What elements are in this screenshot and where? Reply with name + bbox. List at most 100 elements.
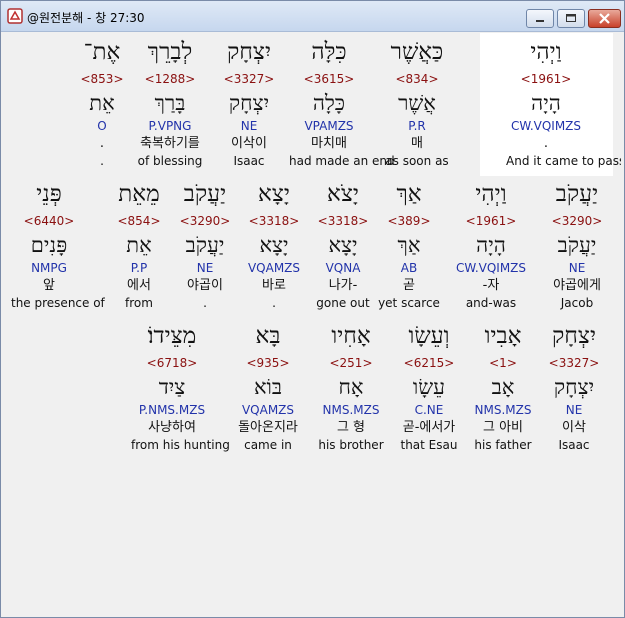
interlinear-panel[interactable]: אֶת־ <853> אֵת O.. לְבָרֵךְ <1288> בָּרַךְ P.VP… <box>4 32 621 614</box>
korean-gloss: 그 형 <box>336 420 366 435</box>
hebrew-word: יִצְחָק <box>551 323 596 349</box>
close-button[interactable] <box>588 9 621 28</box>
parsing-code: NMS.MZS <box>474 403 532 417</box>
lemma: אֲשֶׁר <box>398 91 436 115</box>
strong-number: <6215> <box>403 356 455 370</box>
strong-number: <3327> <box>223 72 275 86</box>
word-cell[interactable]: יַעֲקֹב <3290> יַעֲקֹב NE 야곱에게 Jacob <box>539 179 615 313</box>
korean-gloss: 곧-에서가 <box>402 420 456 435</box>
minimize-button[interactable] <box>526 9 554 28</box>
strong-number: <1961> <box>465 214 517 228</box>
english-gloss: And it came to pass <box>506 154 621 168</box>
korean-gloss: 축복하기를 <box>140 136 200 151</box>
parsing-code: NE <box>565 403 583 417</box>
korean-gloss: . <box>543 136 549 151</box>
korean-gloss: 이삭 <box>562 420 586 435</box>
word-cell[interactable]: וְעֵשָׂו <6215> עֵשָׂו C.NE 곧-에서가 that Esau <box>388 321 470 455</box>
lemma: אַךְ <box>397 233 421 257</box>
hebrew-word: מִצֵּידוֹ׃ <box>147 323 197 349</box>
app-icon <box>7 8 23 24</box>
parsing-code: VQAMZS <box>247 261 301 275</box>
parsing-code: P.R <box>408 119 426 133</box>
strong-number: <3290> <box>179 214 231 228</box>
lemma: יִצְחָק <box>228 91 270 115</box>
parsing-code: C.NE <box>414 403 444 417</box>
word-cell[interactable]: פְּנֵי <6440> פָּנִים NMPG 앞 the presence of <box>11 179 105 313</box>
lemma: פָּנִים <box>30 233 68 257</box>
english-gloss: of blessing <box>137 154 203 168</box>
lemma: יַעֲקֹב <box>557 233 597 257</box>
word-cell[interactable]: לְבָרֵךְ <1288> בָּרַךְ P.VPNG 축복하기를 of bless… <box>130 37 210 171</box>
lemma: הָיָה <box>531 91 561 115</box>
english-gloss: his brother <box>318 438 384 452</box>
strong-number: <1288> <box>144 72 196 86</box>
hebrew-word: יַעֲקֹב <box>555 181 599 207</box>
strong-number: <3327> <box>548 356 600 370</box>
maximize-icon <box>566 14 576 22</box>
close-icon <box>599 13 610 24</box>
korean-gloss: 매 <box>411 136 423 151</box>
english-gloss: from his hunting <box>131 438 230 452</box>
word-cell[interactable]: כַּאֲשֶׁר <834> אֲשֶׁר P.R 매 as soon as <box>377 37 457 171</box>
word-cell[interactable]: יִצְחָק <3327> יִצְחָק NE 이삭이 Isaac <box>209 37 289 171</box>
word-cell[interactable]: אַךְ <389> אַךְ AB 곧 yet scarce <box>371 179 447 313</box>
word-cell[interactable]: יָצָא <3318> יָצָא VQAMZS 바로. <box>236 179 312 313</box>
word-cell[interactable]: מֵאֵת <854> אֵת P.P 에서 from <box>101 179 177 313</box>
word-cell[interactable]: יִצְחָק <3327> יִצְחָק NE 이삭 Isaac <box>533 321 615 455</box>
maximize-button[interactable] <box>557 9 585 28</box>
word-cell[interactable]: יַעֲקֹב <3290> יַעֲקֹב NE 야곱이. <box>167 179 243 313</box>
parsing-code: NE <box>196 261 214 275</box>
word-cell[interactable]: וַיְהִי <1961> הָיָה CW.VQIMZS -자 and-was <box>453 179 529 313</box>
strong-number: <935> <box>246 356 290 370</box>
lemma: אָב <box>491 375 515 399</box>
word-cell[interactable]: בָּא <935> בּוֹא VQAMZS 돌아온지라 came in <box>227 321 309 455</box>
english-gloss: from <box>125 296 153 310</box>
strong-number: <389> <box>387 214 431 228</box>
parsing-code: NE <box>568 261 586 275</box>
hebrew-word: בָּא <box>255 323 281 349</box>
word-cell[interactable]: כִּלָּה <3615> כָּלָה VPAMZS 마치매 had made an … <box>289 37 395 171</box>
lemma: כָּלָה <box>312 91 346 115</box>
hebrew-word: וַיְהִי <box>475 181 507 207</box>
hebrew-word: כִּלָּה <box>311 39 347 65</box>
english-gloss: the presence of <box>11 296 105 310</box>
strong-number: <1961> <box>520 72 572 86</box>
korean-gloss: 돌아온지라 <box>238 420 298 435</box>
korean-gloss: 그 아비 <box>482 420 523 435</box>
lemma: הָיָה <box>476 233 506 257</box>
lemma: אָח <box>338 375 364 399</box>
word-cell[interactable]: וַיְהִי <1961> הָיָה CW.VQIMZS. And it came … <box>506 37 621 171</box>
title-bar[interactable]: @원전분해 - 창 27:30 <box>1 1 624 32</box>
hebrew-word: יִצְחָק <box>226 39 271 65</box>
hebrew-word: אָחִיו <box>331 323 371 349</box>
minimize-icon <box>536 20 544 22</box>
strong-number: <854> <box>117 214 161 228</box>
english-gloss: his father <box>474 438 532 452</box>
hebrew-word: פְּנֵי <box>36 181 62 207</box>
lemma: צַיִד <box>158 375 186 399</box>
lemma: יָצָא <box>328 233 358 257</box>
app-window: @원전분해 - 창 27:30 אֶת־ <853> אֵת O.. לְבָרֵךְ <… <box>0 0 625 618</box>
korean-gloss: 마치매 <box>311 136 347 151</box>
word-cell[interactable]: מִצֵּידוֹ׃ <6718> צַיִד P.NMS.MZS 사냥하여 from h… <box>131 321 230 455</box>
lemma: יַעֲקֹב <box>185 233 225 257</box>
english-gloss: and-was <box>465 296 517 310</box>
word-cell[interactable]: אָבִיו <1> אָב NMS.MZS 그 아비 his father <box>462 321 544 455</box>
strong-number: <6440> <box>23 214 75 228</box>
strong-number: <834> <box>395 72 439 86</box>
korean-gloss: -자 <box>482 278 500 293</box>
parsing-code: NMPG <box>31 261 67 275</box>
lemma: בּוֹא <box>253 375 283 399</box>
strong-number: <3615> <box>303 72 355 86</box>
korean-gloss: 에서 <box>127 278 151 293</box>
english-gloss: . <box>203 296 207 310</box>
word-cell[interactable]: יָצֹא <3318> יָצָא VQNA 나가-gone out <box>305 179 381 313</box>
korean-gloss: 나가- <box>328 278 358 293</box>
english-gloss: as soon as <box>385 154 449 168</box>
word-cell[interactable]: אָחִיו <251> אָח NMS.MZS 그 형 his brother <box>310 321 392 455</box>
korean-gloss: 야곱이 <box>187 278 223 293</box>
korean-gloss: 이삭이 <box>231 136 267 151</box>
english-gloss: came in <box>244 438 292 452</box>
strong-number: <3318> <box>317 214 369 228</box>
parsing-code: NE <box>240 119 258 133</box>
